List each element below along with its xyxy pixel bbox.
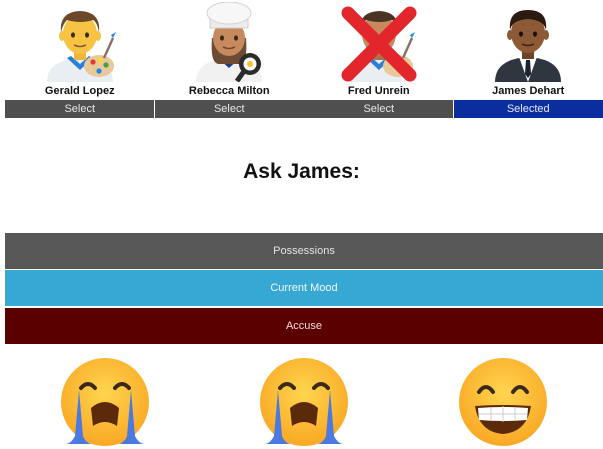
mood-slot <box>404 356 603 449</box>
mood-slot <box>204 356 403 449</box>
character-name: Rebecca Milton <box>188 85 270 97</box>
character-name: Gerald Lopez <box>44 85 115 97</box>
man-in-suit-icon <box>489 2 567 82</box>
accuse-button[interactable]: Accuse <box>5 308 603 344</box>
game-screen: Gerald Lopez Select Rebecca Milton Selec… <box>0 0 603 449</box>
possessions-button[interactable]: Possessions <box>5 233 603 269</box>
character-card-rebecca: Rebecca Milton Select <box>154 0 305 118</box>
select-gerald-button[interactable]: Select <box>5 100 155 118</box>
woman-cook-icon <box>190 2 268 82</box>
ask-heading: Ask James: <box>243 160 360 183</box>
character-row: Gerald Lopez Select Rebecca Milton Selec… <box>5 0 603 118</box>
character-card-fred: Fred Unrein Select <box>304 0 454 118</box>
man-artist-crossed-icon <box>340 2 418 82</box>
select-rebecca-button[interactable]: Select <box>154 100 304 118</box>
man-artist-icon <box>41 2 119 82</box>
current-mood-button[interactable]: Current Mood <box>5 270 603 306</box>
character-card-james: James Dehart Selected <box>453 0 603 118</box>
mood-slot <box>5 356 204 449</box>
grinning-face-icon <box>459 358 548 446</box>
character-card-gerald: Gerald Lopez Select <box>5 0 155 118</box>
select-fred-button[interactable]: Select <box>304 100 454 118</box>
mood-faces <box>5 356 603 449</box>
loudly-crying-face-icon <box>259 358 348 446</box>
character-name: James Dehart <box>492 85 565 97</box>
loudly-crying-face-icon <box>60 358 149 446</box>
cross-mark-icon <box>341 6 417 82</box>
character-name: Fred Unrein <box>347 85 410 97</box>
select-james-button[interactable]: Selected <box>453 100 603 118</box>
